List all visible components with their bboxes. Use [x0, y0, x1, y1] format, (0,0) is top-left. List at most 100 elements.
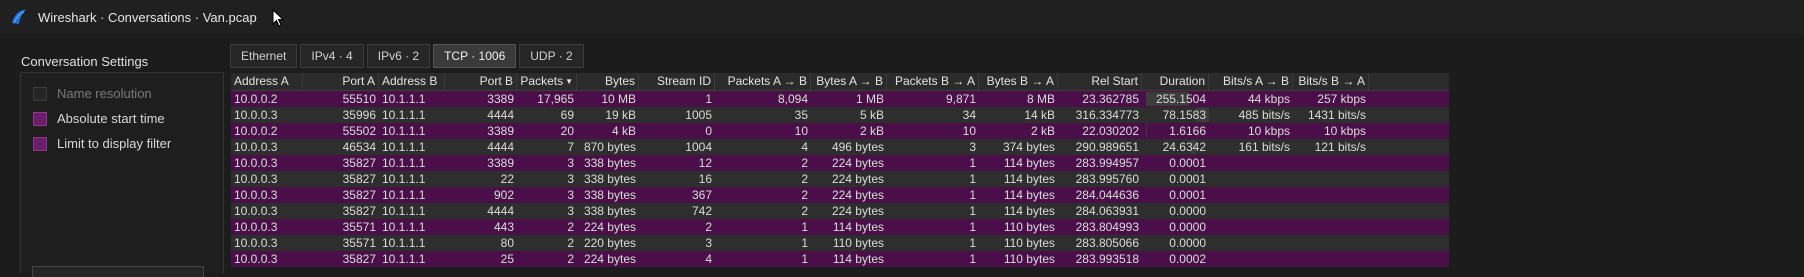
- tab-ipv6[interactable]: IPv6 · 2: [367, 44, 430, 68]
- absolute-start-time-checkbox[interactable]: [33, 112, 47, 126]
- cell-duration: 0.0001: [1142, 171, 1209, 187]
- title-bar: Wireshark · Conversations · Van.pcap: [0, 0, 1804, 34]
- cell-port-b: 3389: [445, 123, 517, 139]
- cell-address-a: 10.0.0.2: [231, 123, 303, 139]
- cell-stream-id: 742: [639, 203, 715, 219]
- cell-rel-start: 283.804993: [1058, 219, 1142, 235]
- cell-bytes: 224 bytes: [577, 219, 639, 235]
- cell-address-b: 10.1.1.1: [379, 203, 445, 219]
- table-row[interactable]: 10.0.0.33557110.1.1.1802220 bytes31110 b…: [231, 235, 1449, 251]
- tab-tcp[interactable]: TCP · 1006: [433, 44, 516, 68]
- tab-ipv4[interactable]: IPv4 · 4: [300, 44, 363, 68]
- duration-value: 0.0001: [1169, 172, 1206, 186]
- cell-packets-b-a: 1: [887, 251, 979, 267]
- column-header-port-a[interactable]: Port A: [303, 73, 379, 90]
- cell-address-a: 10.0.0.3: [231, 203, 303, 219]
- cell-port-b: 902: [445, 187, 517, 203]
- column-header-rel-start[interactable]: Rel Start: [1058, 73, 1142, 90]
- column-header-packets[interactable]: Packets▼: [517, 73, 577, 90]
- cell-address-b: 10.1.1.1: [379, 155, 445, 171]
- column-header-port-b[interactable]: Port B: [445, 73, 517, 90]
- table-row[interactable]: 10.0.0.25550210.1.1.13389204 kB0102 kB10…: [231, 123, 1449, 139]
- cell-stream-id: 2: [639, 219, 715, 235]
- table-row[interactable]: 10.0.0.34653410.1.1.144447870 bytes10044…: [231, 139, 1449, 155]
- column-header-bytes-a-b[interactable]: Bytes A → B: [811, 73, 887, 90]
- column-header-stream-id[interactable]: Stream ID: [639, 73, 715, 90]
- column-header-bytes-b-a[interactable]: Bytes B → A: [979, 73, 1058, 90]
- table-row[interactable]: 10.0.0.25551010.1.1.1338917,96510 MB18,0…: [231, 91, 1449, 107]
- column-header-bits-b-a[interactable]: Bits/s B → A: [1293, 73, 1369, 90]
- cell-bytes: 19 kB: [577, 107, 639, 123]
- cell-bytes-b-a: 8 MB: [979, 91, 1058, 107]
- cell-bytes-b-a: 114 bytes: [979, 187, 1058, 203]
- cell-port-a: 55502: [303, 123, 379, 139]
- cell-packets-a-b: 2: [715, 171, 811, 187]
- cell-packets-b-a: 34: [887, 107, 979, 123]
- cell-packets-b-a: 1: [887, 235, 979, 251]
- tab-ethernet[interactable]: Ethernet: [230, 44, 297, 68]
- duration-value: 78.1583: [1163, 108, 1206, 122]
- table-header-row: Address APort AAddress BPort BPackets▼By…: [231, 73, 1449, 91]
- cell-duration: 78.1583: [1142, 107, 1209, 123]
- table-row[interactable]: 10.0.0.33582710.1.1.19023338 bytes367222…: [231, 187, 1449, 203]
- cell-port-b: 3389: [445, 91, 517, 107]
- cell-duration: 0.0000: [1142, 219, 1209, 235]
- cell-bytes-b-a: 110 bytes: [979, 251, 1058, 267]
- table-row[interactable]: 10.0.0.33582710.1.1.144443338 bytes74222…: [231, 203, 1449, 219]
- conversations-table[interactable]: Address APort AAddress BPort BPackets▼By…: [231, 73, 1449, 267]
- cell-bytes-b-a: 374 bytes: [979, 139, 1058, 155]
- cell-bytes-b-a: 110 bytes: [979, 219, 1058, 235]
- cell-address-b: 10.1.1.1: [379, 251, 445, 267]
- cell-bytes-b-a: 2 kB: [979, 123, 1058, 139]
- cell-bits-a-b: [1209, 219, 1293, 235]
- table-row[interactable]: 10.0.0.33557110.1.1.14432224 bytes21114 …: [231, 219, 1449, 235]
- cell-port-a: 35827: [303, 187, 379, 203]
- cell-packets: 2: [517, 219, 577, 235]
- cell-packets-a-b: 1: [715, 219, 811, 235]
- cell-stream-id: 1004: [639, 139, 715, 155]
- cell-duration: 0.0000: [1142, 235, 1209, 251]
- cell-port-a: 35827: [303, 155, 379, 171]
- conversation-tabs: Ethernet IPv4 · 4 IPv6 · 2 TCP · 1006 UD…: [230, 44, 587, 68]
- settings-heading: Conversation Settings: [21, 54, 148, 69]
- tab-udp[interactable]: UDP · 2: [519, 44, 583, 68]
- absolute-start-time-option[interactable]: Absolute start time: [33, 111, 165, 126]
- cell-stream-id: 16: [639, 171, 715, 187]
- cell-bits-a-b: 485 bits/s: [1209, 107, 1293, 123]
- column-header-packets-b-a[interactable]: Packets B → A: [887, 73, 979, 90]
- cell-bytes-a-b: 496 bytes: [811, 139, 887, 155]
- cell-bits-b-a: [1293, 251, 1369, 267]
- column-header-address-a[interactable]: Address A: [231, 73, 303, 90]
- cell-bits-b-a: 121 bits/s: [1293, 139, 1369, 155]
- settings-bottom-button[interactable]: [32, 266, 204, 277]
- cell-bits-a-b: 161 bits/s: [1209, 139, 1293, 155]
- cell-address-b: 10.1.1.1: [379, 171, 445, 187]
- cell-packets: 7: [517, 139, 577, 155]
- cell-bytes: 338 bytes: [577, 203, 639, 219]
- cell-port-a: 35827: [303, 203, 379, 219]
- cell-rel-start: 284.063931: [1058, 203, 1142, 219]
- cell-bits-b-a: [1293, 187, 1369, 203]
- cell-packets-a-b: 8,094: [715, 91, 811, 107]
- limit-to-display-filter-checkbox[interactable]: [33, 137, 47, 151]
- cell-bits-a-b: [1209, 251, 1293, 267]
- cell-packets-b-a: 1: [887, 187, 979, 203]
- cell-bits-a-b: 10 kbps: [1209, 123, 1293, 139]
- column-header-address-b[interactable]: Address B: [379, 73, 445, 90]
- limit-to-display-filter-option[interactable]: Limit to display filter: [33, 136, 171, 151]
- cell-port-b: 22: [445, 171, 517, 187]
- cell-bits-b-a: [1293, 219, 1369, 235]
- table-row[interactable]: 10.0.0.33599610.1.1.144446919 kB1005355 …: [231, 107, 1449, 123]
- column-header-duration[interactable]: Duration: [1142, 73, 1209, 90]
- table-row[interactable]: 10.0.0.33582710.1.1.133893338 bytes12222…: [231, 155, 1449, 171]
- column-header-bits-a-b[interactable]: Bits/s A → B: [1209, 73, 1293, 90]
- column-header-packets-a-b[interactable]: Packets A → B: [715, 73, 811, 90]
- cell-packets-b-a: 1: [887, 155, 979, 171]
- duration-value: 0.0001: [1169, 188, 1206, 202]
- column-header-bytes[interactable]: Bytes: [577, 73, 639, 90]
- cell-address-a: 10.0.0.3: [231, 251, 303, 267]
- table-row[interactable]: 10.0.0.33582710.1.1.1252224 bytes41114 b…: [231, 251, 1449, 267]
- table-row[interactable]: 10.0.0.33582710.1.1.1223338 bytes162224 …: [231, 171, 1449, 187]
- cell-packets-b-a: 9,871: [887, 91, 979, 107]
- cell-stream-id: 12: [639, 155, 715, 171]
